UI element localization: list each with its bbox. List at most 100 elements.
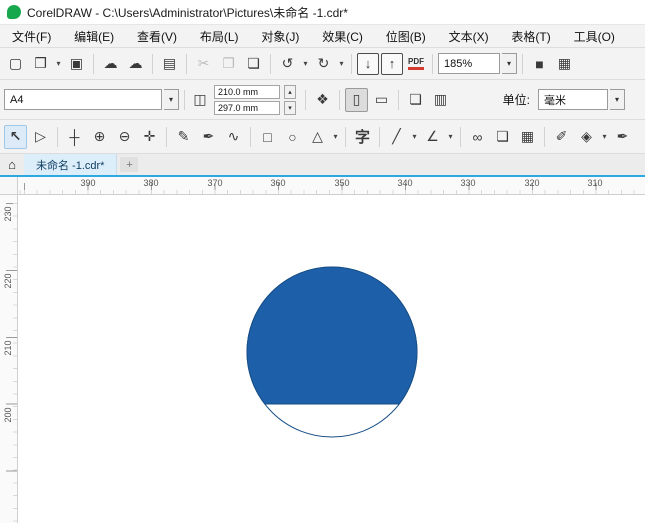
cloud-save-icon[interactable]: ☁ [124, 52, 147, 76]
menu-item-effects[interactable]: 效果(C) [316, 26, 369, 47]
title-bar[interactable]: CorelDRAW - C:\Users\Administrator\Pictu… [0, 0, 645, 24]
artistic-media-tool-icon[interactable]: ∿ [222, 125, 245, 149]
document-tab-bar: ⌂ 未命名 -1.cdr* + [0, 153, 645, 175]
open-icon[interactable]: ❒ [29, 52, 52, 76]
menu-bar: 文件(F) 编辑(E) 查看(V) 布局(L) 对象(J) 效果(C) 位图(B… [0, 24, 645, 47]
eyedropper-tool-icon[interactable]: ✐ [550, 125, 573, 149]
pick-tool-icon[interactable]: ↖ [4, 124, 27, 149]
units-select[interactable]: 毫米 [538, 89, 608, 110]
export-button[interactable]: ↑ [381, 52, 403, 75]
h-ruler-label: 330 [460, 178, 476, 188]
copy-icon[interactable]: ❐ [217, 52, 240, 76]
new-tab-button[interactable]: + [120, 157, 139, 172]
paste-icon[interactable]: ❏ [242, 52, 265, 76]
h-ruler-label: 380 [143, 178, 159, 188]
line-tool-icon[interactable]: ╱ [385, 125, 408, 149]
all-pages-button[interactable]: ▥ [429, 88, 452, 112]
zoom-out-tool-icon[interactable]: ⊖ [113, 125, 136, 149]
page-size-select[interactable]: A4 [4, 89, 162, 110]
separator [345, 126, 346, 147]
current-page-button[interactable]: ❏ [404, 88, 427, 112]
portrait-button[interactable]: ▯ [345, 87, 368, 112]
blue-circle-shape[interactable] [246, 266, 418, 405]
fill-flyout-caret-icon[interactable]: ▾ [600, 125, 609, 149]
transparency-tool-icon[interactable]: ∞ [466, 125, 489, 149]
menu-item-edit[interactable]: 编辑(E) [68, 26, 120, 47]
zoom-level-caret-icon[interactable]: ▾ [502, 53, 517, 74]
interactive-fill-tool-icon[interactable]: ◈ [575, 125, 598, 149]
spin-down-icon[interactable]: ▾ [284, 100, 296, 115]
publish-pdf-button[interactable]: PDF [405, 53, 427, 75]
new-document-icon[interactable]: ▢ [4, 52, 27, 76]
cut-icon[interactable]: ✂ [192, 52, 215, 76]
zoom-level-select[interactable]: 185% [438, 53, 500, 74]
separator [166, 126, 167, 147]
undo-flyout-caret-icon[interactable]: ▾ [301, 52, 310, 76]
separator [432, 53, 433, 74]
spin-up-icon[interactable]: ▴ [284, 84, 296, 99]
pdf-icon: PDF [408, 57, 424, 66]
freehand-tool-icon[interactable]: ✎ [172, 125, 195, 149]
open-flyout-caret-icon[interactable]: ▾ [54, 52, 63, 76]
polygon-flyout-caret-icon[interactable]: ▾ [331, 125, 340, 149]
dimension-flyout-caret-icon[interactable]: ▾ [446, 125, 455, 149]
v-ruler-label: 220 [3, 273, 13, 289]
page-height-field[interactable]: 297.0 mm [214, 100, 280, 115]
units-value: 毫米 [544, 94, 566, 107]
bezier-tool-icon[interactable]: ✒ [197, 125, 220, 149]
save-icon[interactable]: ▣ [65, 52, 88, 76]
home-icon[interactable]: ⌂ [0, 154, 24, 175]
text-tool-icon[interactable]: 字 [351, 125, 374, 149]
pdf-red-bar-icon [408, 67, 424, 70]
ruler-origin-corner[interactable] [0, 177, 18, 195]
menu-item-layout[interactable]: 布局(L) [194, 26, 245, 47]
redo-icon[interactable]: ↻ [312, 52, 335, 76]
page-size-caret-icon[interactable]: ▾ [164, 89, 179, 110]
cloud-open-icon[interactable]: ☁ [99, 52, 122, 76]
redo-flyout-caret-icon[interactable]: ▾ [337, 52, 346, 76]
print-icon[interactable]: ▤ [158, 52, 181, 76]
menu-item-object[interactable]: 对象(J) [255, 26, 305, 47]
h-ruler-label: 310 [587, 178, 603, 188]
v-ruler-label: 230 [3, 206, 13, 222]
menu-item-table[interactable]: 表格(T) [505, 26, 556, 47]
fullscreen-preview-icon[interactable]: ■ [528, 52, 551, 76]
v-ruler-label: 200 [3, 407, 13, 423]
landscape-button[interactable]: ▭ [370, 88, 393, 112]
nudge-offset-icon[interactable]: ❖ [311, 88, 334, 112]
show-rulers-icon[interactable]: ▦ [553, 52, 576, 76]
import-button[interactable]: ↓ [357, 52, 379, 75]
pan-tool-icon[interactable]: ✛ [138, 125, 161, 149]
menu-item-tools[interactable]: 工具(O) [568, 26, 621, 47]
drawing-canvas-svg [246, 266, 418, 438]
menu-item-view[interactable]: 查看(V) [131, 26, 183, 47]
vertical-ruler[interactable]: 230 220 210 200 [0, 195, 18, 523]
horizontal-ruler[interactable]: 390 380 370 360 350 340 330 320 310 [18, 177, 645, 195]
zoom-tool-icon[interactable]: ⊕ [88, 125, 111, 149]
separator [544, 126, 545, 147]
units-caret-icon[interactable]: ▾ [610, 89, 625, 110]
rectangle-tool-icon[interactable]: □ [256, 125, 279, 149]
menu-item-bitmaps[interactable]: 位图(B) [380, 26, 432, 47]
line-flyout-caret-icon[interactable]: ▾ [410, 125, 419, 149]
menu-item-file[interactable]: 文件(F) [6, 26, 57, 47]
standard-toolbar: ▢ ❒ ▾ ▣ ☁ ☁ ▤ ✂ ❐ ❏ ↺ ▾ ↻ ▾ ↓ ↑ PDF 185%… [0, 47, 645, 79]
zoom-level-value: 185% [444, 57, 473, 70]
shadow-tool-icon[interactable]: ❏ [491, 125, 514, 149]
page-width-field[interactable]: 210.0 mm [214, 84, 280, 99]
property-bar: A4 ▾ ◫ 210.0 mm 297.0 mm ▴ ▾ ❖ ▯ ▭ ❏ ▥ 单… [0, 79, 645, 119]
ellipse-tool-icon[interactable]: ○ [281, 125, 304, 149]
undo-icon[interactable]: ↺ [276, 52, 299, 76]
separator [250, 126, 251, 147]
separator [152, 53, 153, 74]
shape-tool-icon[interactable]: ▷ [29, 125, 52, 149]
mesh-fill-tool-icon[interactable]: ▦ [516, 125, 539, 149]
polygon-tool-icon[interactable]: △ [306, 125, 329, 149]
drawing-canvas[interactable] [18, 195, 645, 523]
menu-item-text[interactable]: 文本(X) [443, 26, 495, 47]
document-tab-active[interactable]: 未命名 -1.cdr* [24, 154, 118, 175]
crop-tool-icon[interactable]: ┼ [63, 125, 86, 149]
separator [57, 126, 58, 147]
outline-pen-tool-icon[interactable]: ✒ [611, 125, 634, 149]
dimension-tool-icon[interactable]: ∠ [421, 125, 444, 149]
